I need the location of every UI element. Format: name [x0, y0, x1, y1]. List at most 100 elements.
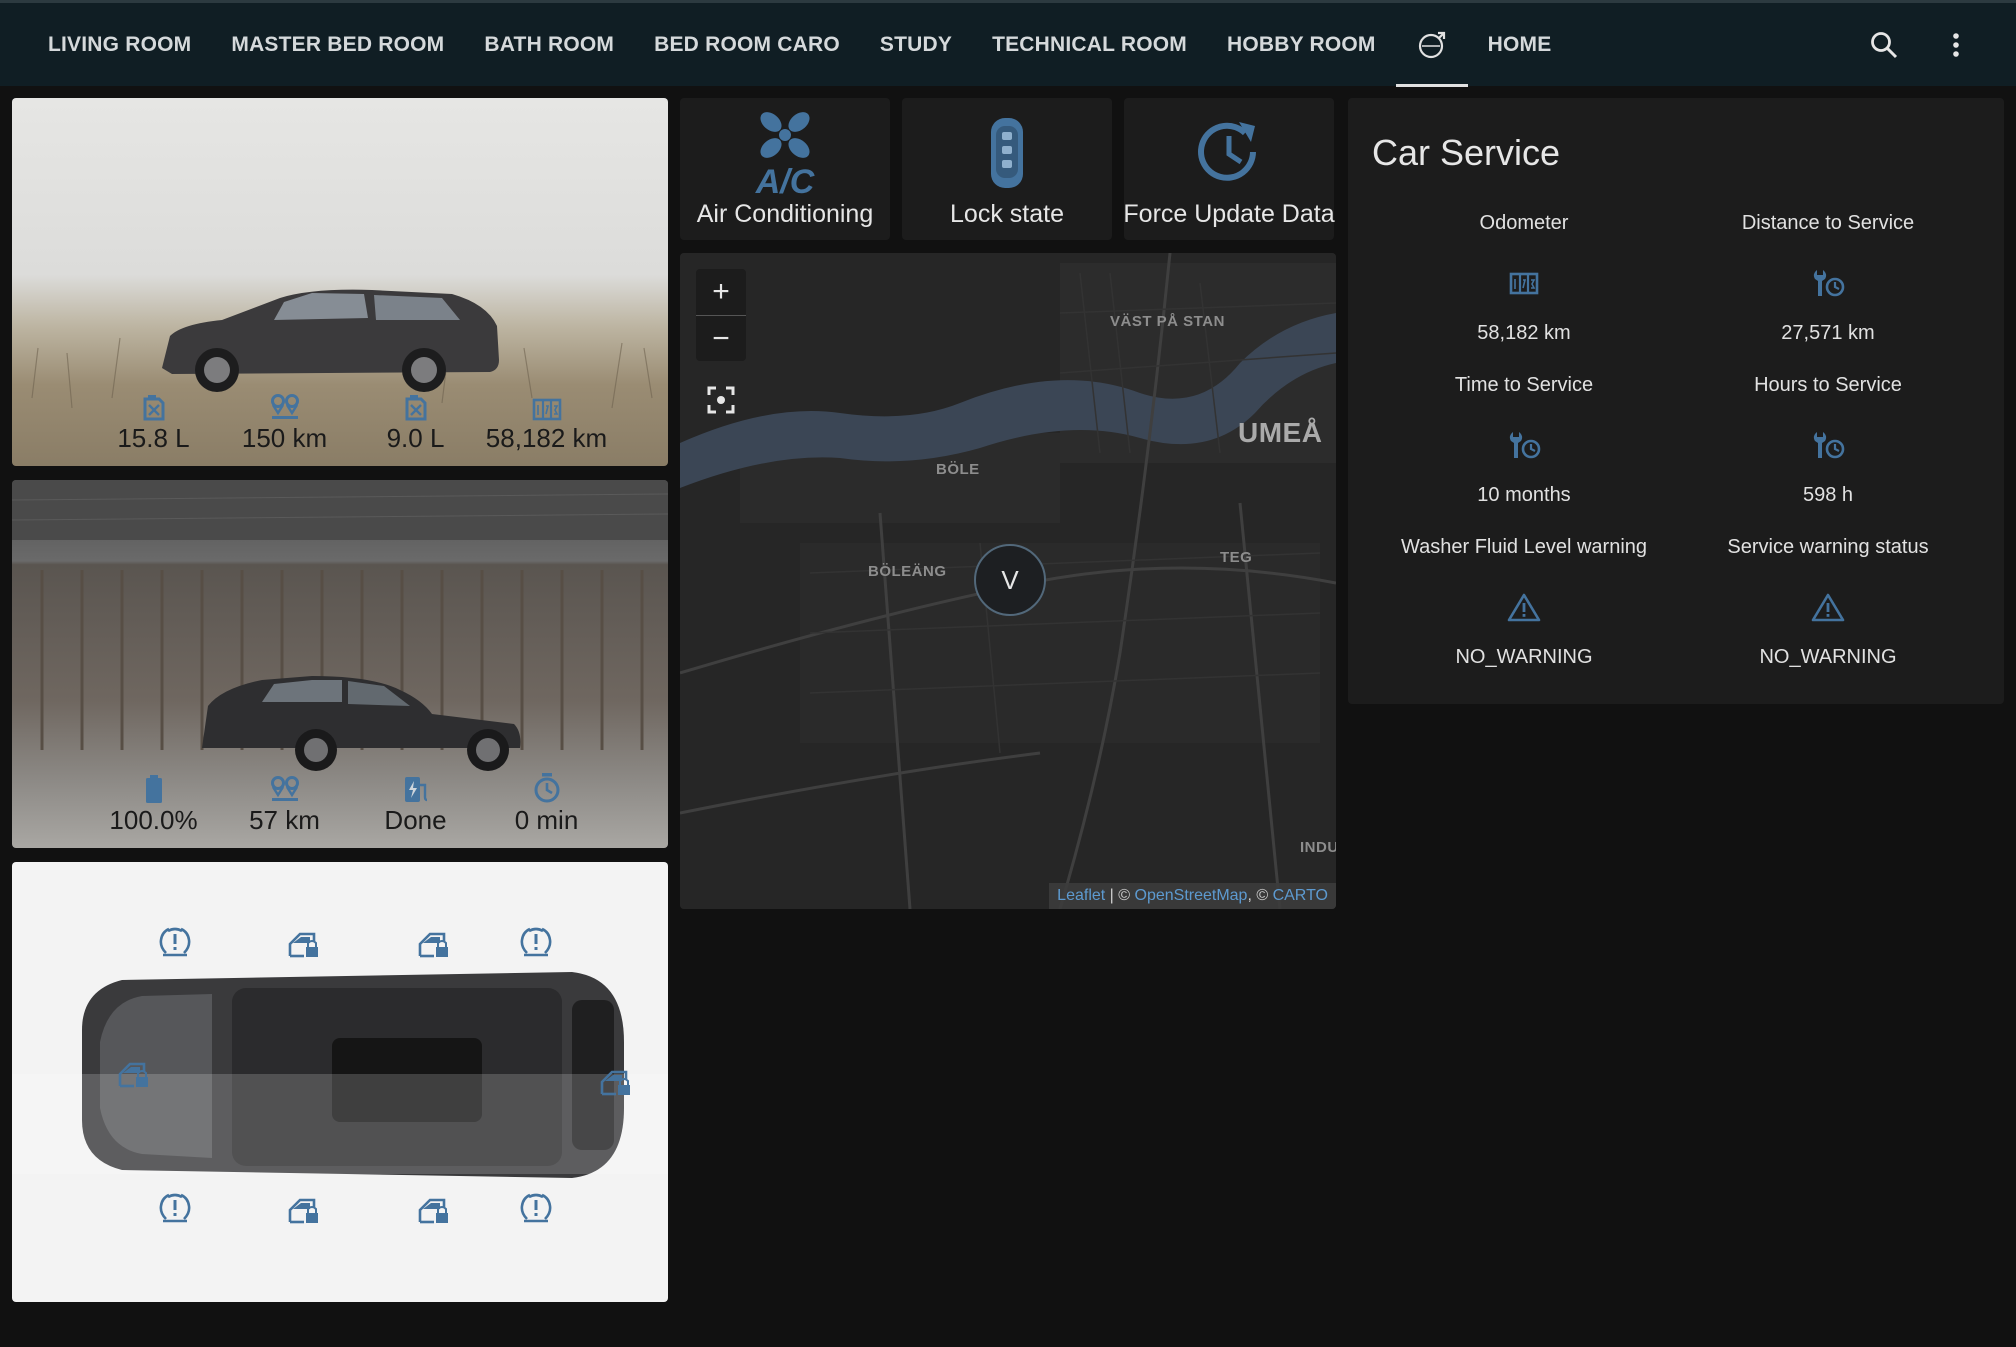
- focus-frame-icon: [706, 385, 736, 415]
- tyre-rear-left-indicator[interactable]: [516, 922, 556, 962]
- fuel-can-icon: [142, 389, 166, 421]
- counter-icon: [1509, 248, 1539, 318]
- counter-icon: [532, 389, 562, 421]
- overflow-menu-button[interactable]: [1934, 23, 1978, 67]
- tab-living-room[interactable]: LIVING ROOM: [28, 3, 211, 86]
- tire-alert-icon: [520, 1193, 552, 1223]
- zoom-out-button[interactable]: −: [696, 315, 746, 361]
- tab-technical-room[interactable]: TECHNICAL ROOM: [972, 3, 1207, 86]
- fit-map-button[interactable]: [696, 375, 746, 425]
- air-conditioning-button[interactable]: A/C Air Conditioning: [680, 98, 890, 240]
- fuel-consumption-stat[interactable]: 9.0 L: [350, 389, 481, 454]
- tyre-rear-right-indicator[interactable]: [516, 1188, 556, 1228]
- car-location-marker[interactable]: V: [974, 544, 1046, 616]
- location-map[interactable]: + − VÄST PÅ STAN UMEÅ BÖLE BÖLEÄNG TEG I…: [680, 253, 1336, 909]
- tab-study[interactable]: STUDY: [860, 3, 972, 86]
- service-item-value: 598 h: [1802, 484, 1854, 506]
- force-update-button[interactable]: Force Update Data: [1123, 98, 1335, 240]
- map-label-umea: UMEÅ: [1238, 417, 1323, 448]
- tab-car[interactable]: [1395, 3, 1468, 87]
- attribution-separator: , ©: [1247, 887, 1273, 904]
- service-item-name: Washer Fluid Level warning: [1400, 536, 1648, 558]
- lock-state-label: Lock state: [950, 200, 1064, 228]
- map-label-bole: BÖLE: [936, 461, 980, 478]
- charging-status-value: Done: [384, 805, 447, 835]
- service-item-washer-fluid[interactable]: Washer Fluid Level warning NO_WARNING: [1372, 536, 1676, 676]
- service-item-name: Odometer: [1479, 212, 1569, 234]
- openstreetmap-link[interactable]: OpenStreetMap: [1135, 887, 1248, 905]
- door-rear-right-indicator[interactable]: [414, 1190, 454, 1230]
- charging-time-value: 0 min: [514, 805, 579, 835]
- electric-range-value: 57 km: [249, 805, 320, 835]
- car-door-lock-icon: [418, 930, 450, 958]
- alert-outline-icon: [1811, 572, 1845, 642]
- air-conditioner-icon: A/C: [752, 104, 818, 200]
- attribution-separator: | ©: [1105, 887, 1135, 904]
- service-item-name: Distance to Service: [1741, 212, 1915, 234]
- fuel-amount-stat[interactable]: 15.8 L: [88, 389, 219, 454]
- tyre-front-right-indicator[interactable]: [155, 1188, 195, 1228]
- map-attribution: Leaflet | © OpenStreetMap , © CARTO: [1049, 883, 1336, 909]
- electric-range-stat[interactable]: 57 km: [219, 771, 350, 836]
- tab-bath-room[interactable]: BATH ROOM: [464, 3, 634, 86]
- dots-vertical-icon: [1951, 30, 1961, 60]
- lock-state-button[interactable]: Lock state: [902, 98, 1112, 240]
- car-status-card-battery[interactable]: 100.0% 57 km Done 0 min: [12, 480, 668, 848]
- door-front-right-indicator[interactable]: [284, 1190, 324, 1230]
- door-front-left-indicator[interactable]: [284, 924, 324, 964]
- card-title: Car Service: [1372, 132, 1561, 173]
- service-item-hours-to-service[interactable]: Hours to Service 598 h: [1676, 374, 1980, 514]
- carto-link[interactable]: CARTO: [1273, 887, 1328, 905]
- map-label-vast-pa-stan: VÄST PÅ STAN: [1110, 313, 1225, 330]
- car-door-lock-icon: [288, 930, 320, 958]
- fuel-consumption-value: 9.0 L: [386, 423, 445, 453]
- car-status-card-fuel[interactable]: 15.8 L 150 km 9.0 L 58,182 km: [12, 98, 668, 466]
- car-doors-tyres-card: [12, 862, 668, 1302]
- map-label-boleang: BÖLEÄNG: [868, 563, 947, 580]
- service-item-value: NO_WARNING: [1759, 646, 1897, 668]
- wrench-clock-icon: [1811, 410, 1845, 480]
- charging-time-stat[interactable]: 0 min: [481, 771, 612, 836]
- car-top-view-image: [12, 972, 668, 1178]
- service-item-name: Service warning status: [1727, 536, 1929, 558]
- service-item-value: NO_WARNING: [1455, 646, 1593, 668]
- alert-outline-icon: [1507, 572, 1541, 642]
- door-rear-left-indicator[interactable]: [414, 924, 454, 964]
- service-item-value: 27,571 km: [1781, 322, 1875, 344]
- service-item-distance-to-service[interactable]: Distance to Service 27,571 km: [1676, 212, 1980, 352]
- search-button[interactable]: [1862, 23, 1906, 67]
- timer-icon: [533, 771, 561, 803]
- tab-home[interactable]: HOME: [1468, 3, 1572, 86]
- car-door-lock-icon: [118, 1060, 150, 1088]
- hood-indicator[interactable]: [114, 1054, 154, 1094]
- tab-hobby-room[interactable]: HOBBY ROOM: [1207, 3, 1396, 86]
- map-marker-distance-icon: [270, 389, 300, 421]
- tyre-front-left-indicator[interactable]: [155, 922, 195, 962]
- view-tabs: LIVING ROOM MASTER BED ROOM BATH ROOM BE…: [28, 3, 1572, 87]
- battery-stats-row: 100.0% 57 km Done 0 min: [12, 771, 668, 836]
- air-conditioning-label: Air Conditioning: [696, 200, 874, 228]
- zoom-control: + −: [696, 269, 746, 361]
- map-marker-distance-icon: [270, 771, 300, 803]
- fuel-range-stat[interactable]: 150 km: [219, 389, 350, 454]
- map-label-teg: TEG: [1220, 549, 1253, 566]
- fuel-can-icon: [404, 389, 428, 421]
- odometer-value: 58,182 km: [485, 423, 608, 453]
- app-header: LIVING ROOM MASTER BED ROOM BATH ROOM BE…: [0, 0, 2016, 87]
- charging-status-stat[interactable]: Done: [350, 771, 481, 836]
- zoom-in-button[interactable]: +: [696, 269, 746, 315]
- leaflet-link[interactable]: Leaflet: [1057, 887, 1105, 905]
- fuel-amount-value: 15.8 L: [117, 423, 190, 453]
- service-item-odometer[interactable]: Odometer 58,182 km: [1372, 212, 1676, 352]
- tailgate-indicator[interactable]: [596, 1062, 636, 1102]
- service-item-name: Time to Service: [1454, 374, 1594, 396]
- tire-alert-icon: [159, 927, 191, 957]
- volvo-logo-icon: [1417, 30, 1447, 60]
- service-item-time-to-service[interactable]: Time to Service 10 months: [1372, 374, 1676, 514]
- svg-text:A/C: A/C: [755, 163, 815, 197]
- tab-master-bed-room[interactable]: MASTER BED ROOM: [211, 3, 464, 86]
- odometer-stat[interactable]: 58,182 km: [481, 389, 612, 454]
- service-item-service-warning[interactable]: Service warning status NO_WARNING: [1676, 536, 1980, 676]
- battery-level-stat[interactable]: 100.0%: [88, 771, 219, 836]
- tab-bed-room-caro[interactable]: BED ROOM CARO: [634, 3, 860, 86]
